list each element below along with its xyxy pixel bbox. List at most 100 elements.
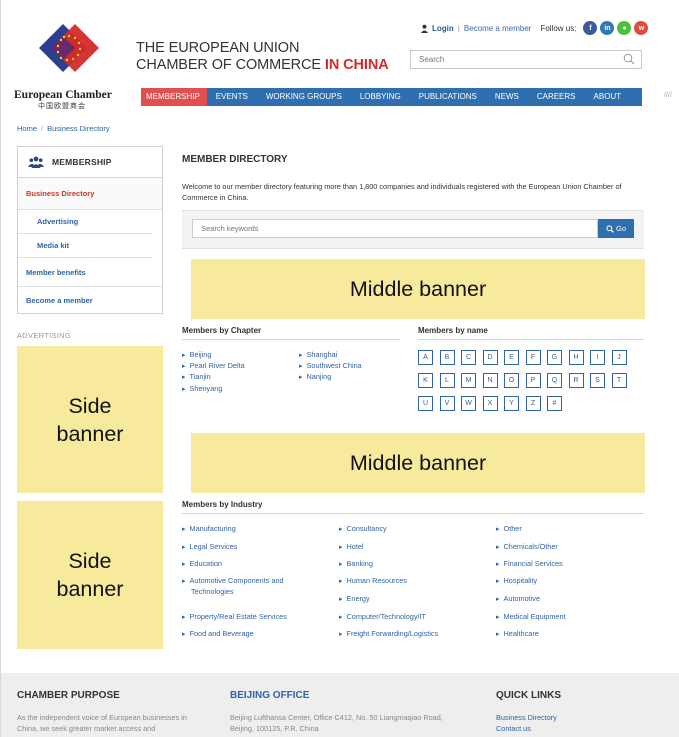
weibo-icon[interactable]: w [634,21,649,35]
footer: CHAMBER PURPOSE As the independent voice… [1,673,679,737]
industry-banking[interactable]: Banking [339,559,373,570]
letter-filter-n[interactable]: N [482,373,498,388]
letter-filter-e[interactable]: E [504,350,519,365]
chapter-nanjing[interactable]: Nanjing [299,372,332,383]
letter-filter-i[interactable]: I [590,350,605,365]
letter-filter-u[interactable]: U [418,396,433,411]
industry-freight-forwarding[interactable]: Freight Forwarding/Logistics [339,629,439,640]
industry-computer-technology-it[interactable]: Computer/Technology/IT [339,612,427,623]
letter-filter-y[interactable]: Y [504,396,519,411]
footer-link-contact-us[interactable]: Contact us [496,723,531,734]
letter-filter-f[interactable]: F [525,350,541,365]
middle-banner-2-label: Middle banner [349,450,487,475]
utility-separator: | [457,23,460,33]
letter-filter-a[interactable]: A [418,350,433,365]
industry-education[interactable]: Education [182,559,222,570]
nav-publications[interactable]: PUBLICATIONS [410,88,486,106]
sidebar-item-business-directory[interactable]: Business Directory [18,178,162,210]
members-by-chapter-title: Members by Chapter [182,326,262,335]
industry-food-beverage[interactable]: Food and Beverage [182,629,254,640]
sidebar-item-advertising[interactable]: Advertising [18,210,152,234]
industry-manufacturing[interactable]: Manufacturing [182,524,236,535]
letter-filter-o[interactable]: O [504,373,519,388]
login-link[interactable]: Login [432,24,454,33]
eu-chamber-logo[interactable] [33,18,103,78]
industry-medical-equipment[interactable]: Medical Equipment [496,612,566,623]
industry-energy[interactable]: Energy [339,594,370,605]
letter-filter-w[interactable]: W [461,396,476,411]
sidebar-item-media-kit[interactable]: Media kit [18,234,152,258]
industry-legal-services[interactable]: Legal Services [182,542,238,553]
industry-automotive[interactable]: Automotive [496,594,541,605]
chapter-shenyang[interactable]: Shenyang [182,384,223,395]
go-button[interactable]: Go [598,219,634,238]
sidebar-item-member-benefits[interactable]: Member benefits [18,258,162,287]
industry-automotive-components[interactable]: Automotive Components and Technologies [182,576,284,597]
side-banner-1-line1: Side [68,393,112,418]
letter-filter-g[interactable]: G [547,350,562,365]
footer-quick-links-title: QUICK LINKS [496,690,561,701]
letter-filter-z[interactable]: Z [525,396,541,411]
letter-filter-b[interactable]: B [439,350,455,365]
industry-human-resources[interactable]: Human Resources [339,576,407,587]
letter-filter-m[interactable]: M [461,373,476,388]
facebook-icon[interactable]: f [583,21,598,35]
letter-filter-q[interactable]: Q [547,373,562,388]
chapter-tianjin[interactable]: Tianjin [182,372,211,383]
search-icon[interactable] [623,53,635,65]
side-banner-2[interactable]: Side banner [17,501,163,649]
letter-filter-r[interactable]: R [568,373,584,388]
letter-filter-v[interactable]: V [439,396,455,411]
letter-filter-j[interactable]: J [611,350,627,365]
members-by-industry-title: Members by Industry [182,500,263,509]
industry-other[interactable]: Other [496,524,522,535]
breadcrumb-current[interactable]: Business Directory [47,124,110,133]
industry-hospitality[interactable]: Hospitality [496,576,538,587]
letter-filter-d[interactable]: D [482,350,498,365]
members-group-icon [28,156,44,168]
nav-about[interactable]: ABOUT [585,88,631,106]
chapter-beijing[interactable]: Beijing [182,350,212,361]
nav-lobbying[interactable]: LOBBYING [351,88,410,106]
sidebar-heading-label: MEMBERSHIP [52,157,112,167]
letter-filter-s[interactable]: S [590,373,605,388]
nav-news[interactable]: NEWS [486,88,528,106]
footer-link-business-directory[interactable]: Business Directory [496,712,557,723]
user-icon [420,24,429,33]
nav-careers[interactable]: CAREERS [528,88,585,106]
site-search-input[interactable] [411,51,611,68]
footer-office-address-line1: Beijing Lufthansa Center, Office C412, N… [230,713,443,722]
industry-chemicals-other[interactable]: Chemicals/Other [496,542,558,553]
letter-filter-x[interactable]: X [482,396,498,411]
letter-filter-c[interactable]: C [461,350,476,365]
sidebar: MEMBERSHIP Business Directory Advertisin… [17,146,163,314]
industry-property-real-estate[interactable]: Property/Real Estate Services [182,612,287,623]
letter-filter-hash[interactable]: # [547,396,562,411]
sidebar-item-become-member[interactable]: Become a member [18,287,162,314]
keyword-search-input[interactable] [192,219,598,238]
letter-filter-k[interactable]: K [418,373,433,388]
middle-banner-2[interactable]: Middle banner [191,433,645,493]
industry-consultancy[interactable]: Consultancy [339,524,387,535]
nav-working-groups[interactable]: WORKING GROUPS [257,88,351,106]
industry-healthcare[interactable]: Healthcare [496,629,539,640]
chapter-shanghai[interactable]: Shanghai [299,350,338,361]
search-icon [606,224,614,233]
side-banner-1[interactable]: Side banner [17,346,163,493]
chapter-southwest-china[interactable]: Southwest China [299,361,362,372]
middle-banner-1[interactable]: Middle banner [191,259,645,319]
letter-filter-h[interactable]: H [568,350,584,365]
letter-filter-p[interactable]: P [525,373,541,388]
industry-financial-services[interactable]: Financial Services [496,559,563,570]
chapter-pearl-river-delta[interactable]: Pearl River Delta [182,361,245,372]
nav-membership[interactable]: MEMBERSHIP [141,88,207,106]
industry-hotel[interactable]: Hotel [339,542,364,553]
letter-filter-l[interactable]: L [439,373,455,388]
letter-filter-t[interactable]: T [611,373,627,388]
chapter-divider [182,339,400,340]
wechat-icon[interactable]: ● [617,21,632,35]
nav-events[interactable]: EVENTS [207,88,257,106]
breadcrumb-home[interactable]: Home [17,124,37,133]
become-member-link[interactable]: Become a member [464,24,532,33]
linkedin-icon[interactable]: in [600,21,615,35]
